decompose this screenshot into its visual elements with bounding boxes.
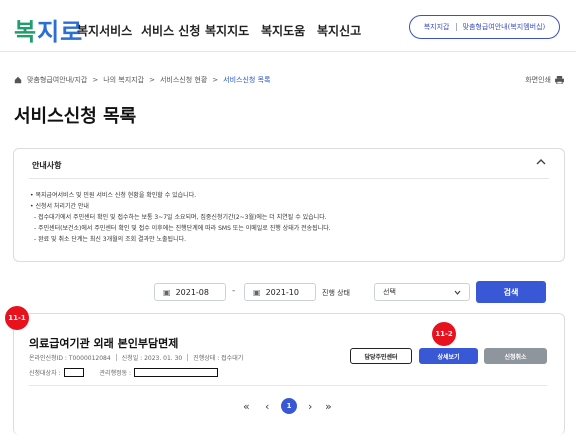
notice-line: - 접수대기에서 주민센터 확인 및 접수하는 보통 3~7일 소요되며, 집중… [34, 214, 327, 221]
pagination-prev[interactable]: ‹ [265, 400, 269, 413]
meta-divider [115, 354, 117, 361]
nav-welfare-services[interactable]: 복지서비스 [77, 22, 132, 39]
nav-welfare-map[interactable]: 복지지도 [205, 22, 249, 39]
date-range-dash: - [232, 286, 236, 296]
annotation-badge-11-1: 11-1 [5, 306, 29, 330]
pagination-current[interactable]: 1 [281, 398, 297, 414]
breadcrumb-separator: > [92, 76, 99, 84]
breadcrumb-item-1[interactable]: 맞춤형급여안내/지갑 [27, 75, 87, 85]
wallet-pill[interactable]: 복지지갑 맞춤형급여안내(복지멤버십) [409, 15, 560, 39]
printer-icon [555, 76, 564, 84]
calendar-icon: ▣ [163, 287, 171, 297]
community-center-button[interactable]: 담당주민센터 [350, 348, 412, 364]
breadcrumb: 맞춤형급여안내/지갑 > 나의 복지지갑 > 서비스신청 현황 > 서비스신청 … [14, 75, 270, 85]
notice-line: - 주민센터(보건소)에서 주민센터 확인 및 접수 이후에는 진행단계에 따라… [34, 225, 331, 232]
notice-line: • 복지급여서비스 및 민원 서비스 신청 현황을 확인할 수 있습니다. [30, 192, 197, 199]
date-to-input[interactable]: ▣ 2021-10 [244, 283, 316, 301]
breadcrumb-item-3[interactable]: 서비스신청 현황 [160, 75, 207, 85]
logo-text-1: 복 [14, 18, 38, 46]
notice-panel [13, 148, 565, 262]
pill-wallet-link[interactable]: 복지지갑 [424, 22, 450, 32]
breadcrumb-item-2[interactable]: 나의 복지지갑 [103, 75, 144, 85]
status-select[interactable]: 선택 [374, 283, 470, 301]
breadcrumb-current: 서비스신청 목록 [223, 76, 271, 84]
meta-apply-date: 신청일 : 2023. 01. 30 [121, 355, 183, 362]
service-meta: 온라인신청ID : T0000012084 신청일 : 2023. 01. 30… [29, 353, 243, 362]
meta-divider [187, 354, 189, 361]
pill-divider [455, 23, 457, 31]
pagination-first[interactable]: « [243, 400, 250, 413]
meta-status: 진행상태 : 접수대기 [193, 355, 244, 362]
home-icon[interactable] [14, 76, 22, 84]
applicant-label: 신청대상자 : [29, 370, 61, 377]
org-label: 관리행정동 : [99, 370, 132, 377]
chevron-down-icon [454, 290, 461, 295]
notice-divider [29, 178, 549, 179]
annotation-badge-11-2: 11-2 [432, 322, 456, 346]
breadcrumb-separator: > [212, 76, 219, 84]
date-from-input[interactable]: ▣ 2021-08 [154, 283, 226, 301]
nav-welfare-help[interactable]: 복지도움 [261, 22, 305, 39]
notice-line: - 완료 및 취소 단계는 최신 3개월의 조회 결과만 노출됩니다. [34, 236, 187, 243]
service-meta-2: 신청대상자 : 관리행정동 : [29, 368, 219, 377]
cancel-application-button[interactable]: 신청취소 [484, 348, 547, 364]
calendar-icon: ▣ [253, 287, 261, 297]
status-label: 진행 상태 [322, 289, 350, 297]
notice-line: • 신청서 처리기간 안내 [30, 203, 89, 210]
notice-title: 안내사항 [32, 161, 62, 170]
pagination-next[interactable]: › [308, 400, 312, 413]
pill-custom-benefit-link[interactable]: 맞춤형급여안내(복지멤버십) [463, 22, 546, 32]
print-label: 화면인쇄 [525, 76, 551, 84]
redacted-applicant [63, 368, 84, 377]
date-to-value: 2021-10 [265, 287, 299, 297]
date-from-value: 2021-08 [175, 287, 209, 297]
page-title: 서비스신청 목록 [14, 106, 137, 127]
card-divider [29, 385, 547, 386]
search-button[interactable]: 검색 [476, 281, 546, 303]
meta-application-id: 온라인신청ID : T0000012084 [29, 355, 111, 362]
redacted-org [134, 368, 219, 377]
nav-welfare-report[interactable]: 복지신고 [317, 22, 361, 39]
chevron-up-icon[interactable] [536, 157, 546, 168]
header-divider [0, 51, 576, 52]
nav-service-apply[interactable]: 서비스 신청 [141, 22, 200, 39]
service-title[interactable]: 의료급여기관 외래 본인부담면제 [29, 335, 178, 351]
breadcrumb-separator: > [149, 76, 155, 84]
detail-view-button[interactable]: 상세보기 [419, 348, 478, 364]
pagination-last[interactable]: » [325, 400, 332, 413]
status-select-value: 선택 [383, 288, 396, 296]
print-button[interactable]: 화면인쇄 [525, 75, 564, 85]
logo[interactable]: 복지로 [14, 12, 83, 47]
